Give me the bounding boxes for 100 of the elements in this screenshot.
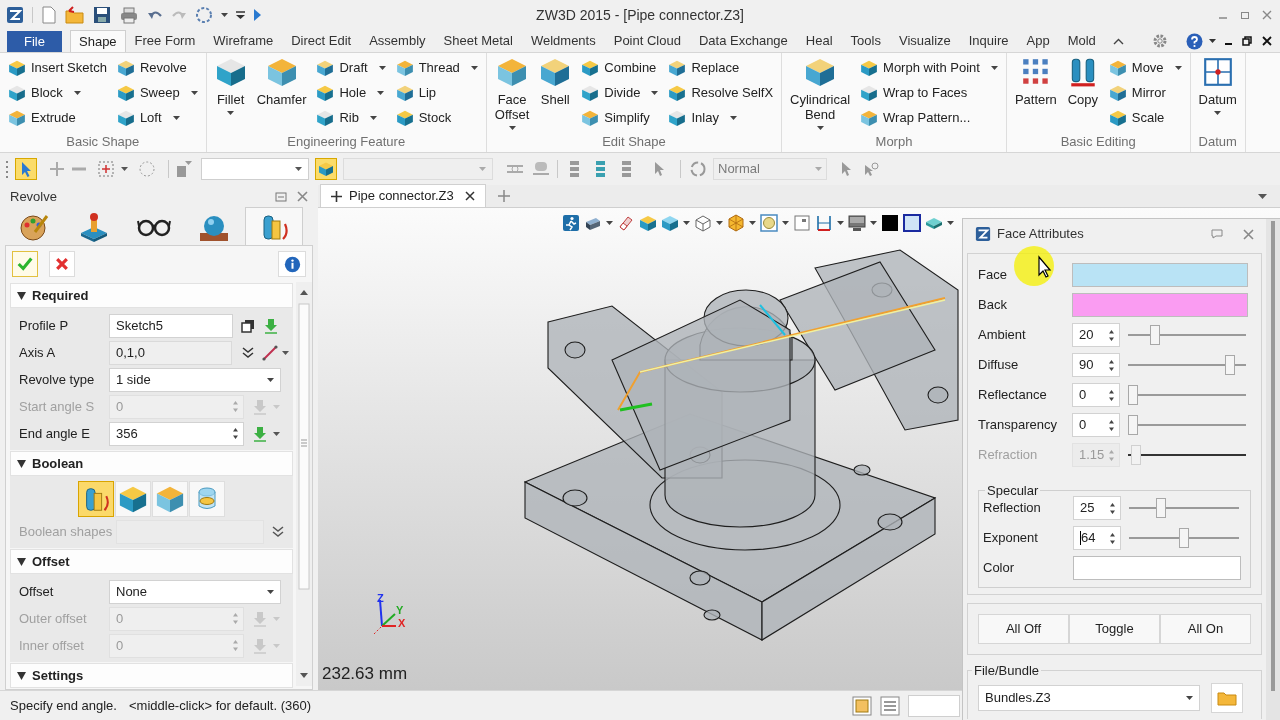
save-icon[interactable]	[93, 6, 111, 24]
plus-icon[interactable]	[497, 190, 510, 202]
arrow-down-icon[interactable]	[263, 317, 279, 334]
ribbon-button[interactable]: Resolve SelfX	[665, 83, 777, 103]
menu-tab[interactable]: Data Exchange	[689, 30, 797, 52]
slider-track[interactable]	[1128, 445, 1246, 465]
slider-thumb[interactable]	[1156, 498, 1166, 518]
cube-outline-icon[interactable]	[694, 214, 712, 232]
ribbon-button[interactable]: Lip	[392, 83, 481, 103]
filter-icon[interactable]	[175, 160, 193, 178]
caret-icon[interactable]	[121, 167, 128, 171]
ribbon-button[interactable]: Stock	[392, 108, 481, 128]
caret-icon[interactable]	[606, 221, 613, 225]
filled-square-icon[interactable]	[881, 214, 899, 232]
list-icon[interactable]	[880, 695, 900, 716]
ribbon-button[interactable]: Sweep	[113, 83, 201, 103]
cancel-button[interactable]	[49, 251, 75, 277]
color-swatch[interactable]	[1072, 293, 1248, 317]
section-header[interactable]: Required	[10, 283, 293, 308]
color-swatch[interactable]	[1073, 556, 1241, 580]
ok-button[interactable]	[12, 251, 38, 277]
caret-icon[interactable]	[716, 221, 723, 225]
slider-track[interactable]	[1128, 355, 1246, 375]
spin-arrows-icon[interactable]	[1109, 501, 1116, 515]
chevron-up-icon[interactable]	[1113, 37, 1124, 45]
link-icon[interactable]	[531, 160, 551, 178]
number-field[interactable]: 25	[1073, 496, 1121, 520]
ribbon-button[interactable]: Loft	[113, 108, 201, 128]
square-outline-icon[interactable]	[903, 214, 921, 232]
spin-arrows-icon[interactable]	[232, 427, 239, 440]
caret-icon[interactable]	[683, 221, 690, 225]
caret-icon[interactable]	[870, 221, 877, 225]
ribbon-button[interactable]: Mirror	[1105, 83, 1185, 103]
pointer-icon[interactable]	[15, 158, 37, 180]
slider-thumb[interactable]	[1128, 415, 1138, 435]
dropdown[interactable]: Bundles.Z3	[978, 685, 1200, 711]
spin-arrows-icon[interactable]	[1108, 388, 1115, 402]
caret-icon[interactable]	[947, 221, 954, 225]
square-icon[interactable]	[793, 214, 811, 232]
arrow-down-icon[interactable]	[252, 425, 268, 442]
dashed-circle-icon[interactable]	[138, 160, 156, 178]
dropdown[interactable]: 1 side	[109, 367, 281, 392]
number-field[interactable]: 0	[1072, 383, 1120, 407]
panel-button[interactable]: All On	[1160, 614, 1251, 644]
running-figure-icon[interactable]	[562, 214, 580, 232]
file-menu-button[interactable]: File	[7, 31, 62, 52]
panel-button[interactable]: All Off	[978, 614, 1069, 644]
menu-tab[interactable]: Free Form	[125, 30, 205, 52]
menu-tab[interactable]: Assembly	[360, 30, 435, 52]
cube-icon[interactable]	[661, 214, 679, 232]
settings-icon[interactable]	[1152, 33, 1168, 49]
ribbon-button[interactable]: Thread	[392, 58, 481, 78]
section-header[interactable]: Settings	[10, 663, 293, 688]
ribbon-button[interactable]: Pattern	[1011, 53, 1060, 107]
speech-bubble-icon[interactable]	[1211, 229, 1223, 239]
ribbon-button[interactable]: Fillet	[211, 53, 250, 115]
help-icon[interactable]	[1186, 32, 1203, 50]
caret-icon[interactable]	[782, 221, 789, 225]
eraser-icon[interactable]	[617, 214, 635, 232]
menu-tab[interactable]: Sheet Metal	[434, 30, 522, 52]
double-chevron-icon[interactable]	[242, 346, 254, 359]
caret-icon[interactable]	[837, 221, 844, 225]
slider-track[interactable]	[1128, 385, 1246, 405]
caret-icon[interactable]	[221, 13, 228, 17]
play-icon[interactable]	[253, 8, 262, 22]
ribbon-button[interactable]: Combine	[578, 58, 662, 78]
menu-tab[interactable]: App	[1017, 30, 1059, 52]
menu-tab[interactable]: Shape	[70, 30, 126, 52]
spin-arrows-icon[interactable]	[1108, 418, 1115, 432]
ribbon-button[interactable]: Datum	[1195, 53, 1240, 115]
caret-icon[interactable]	[1258, 193, 1267, 199]
menu-tab[interactable]: Point Cloud	[604, 30, 690, 52]
ribbon-button[interactable]: Extrude	[5, 108, 110, 128]
color-swatch[interactable]	[1072, 263, 1248, 287]
slider-thumb[interactable]	[1179, 528, 1189, 548]
monitor-icon[interactable]	[848, 214, 866, 232]
ribbon-button[interactable]: Scale	[1105, 108, 1185, 128]
status-field[interactable]	[908, 694, 960, 717]
double-chevron-icon[interactable]	[272, 525, 285, 538]
ribbon-button[interactable]: Copy	[1063, 53, 1102, 107]
number-field[interactable]: 0	[1072, 413, 1120, 437]
caret-icon[interactable]	[282, 350, 289, 355]
scrollbar[interactable]	[1266, 219, 1280, 720]
document-tab[interactable]: Pipe connector.Z3	[320, 184, 486, 207]
new-file-icon[interactable]	[41, 6, 57, 24]
spin-arrows-icon[interactable]	[1108, 328, 1115, 342]
number-field[interactable]: 64	[1073, 526, 1121, 550]
scrollbar[interactable]	[296, 282, 312, 686]
close-icon[interactable]	[464, 191, 475, 201]
dashed-circle-icon[interactable]	[195, 6, 213, 24]
slider-track[interactable]	[1128, 415, 1246, 435]
pointer-icon[interactable]	[839, 161, 853, 177]
slider-thumb[interactable]	[1225, 355, 1236, 375]
ribbon-button[interactable]: Move	[1105, 58, 1185, 78]
slider-track[interactable]	[1128, 325, 1246, 345]
menu-tab[interactable]: Wireframe	[204, 30, 283, 52]
ribbon-button[interactable]: Chamfer	[253, 53, 310, 107]
menu-tab[interactable]: Direct Edit	[282, 30, 361, 52]
dimension-icon[interactable]	[815, 214, 833, 232]
number-field[interactable]: 20	[1072, 323, 1120, 347]
